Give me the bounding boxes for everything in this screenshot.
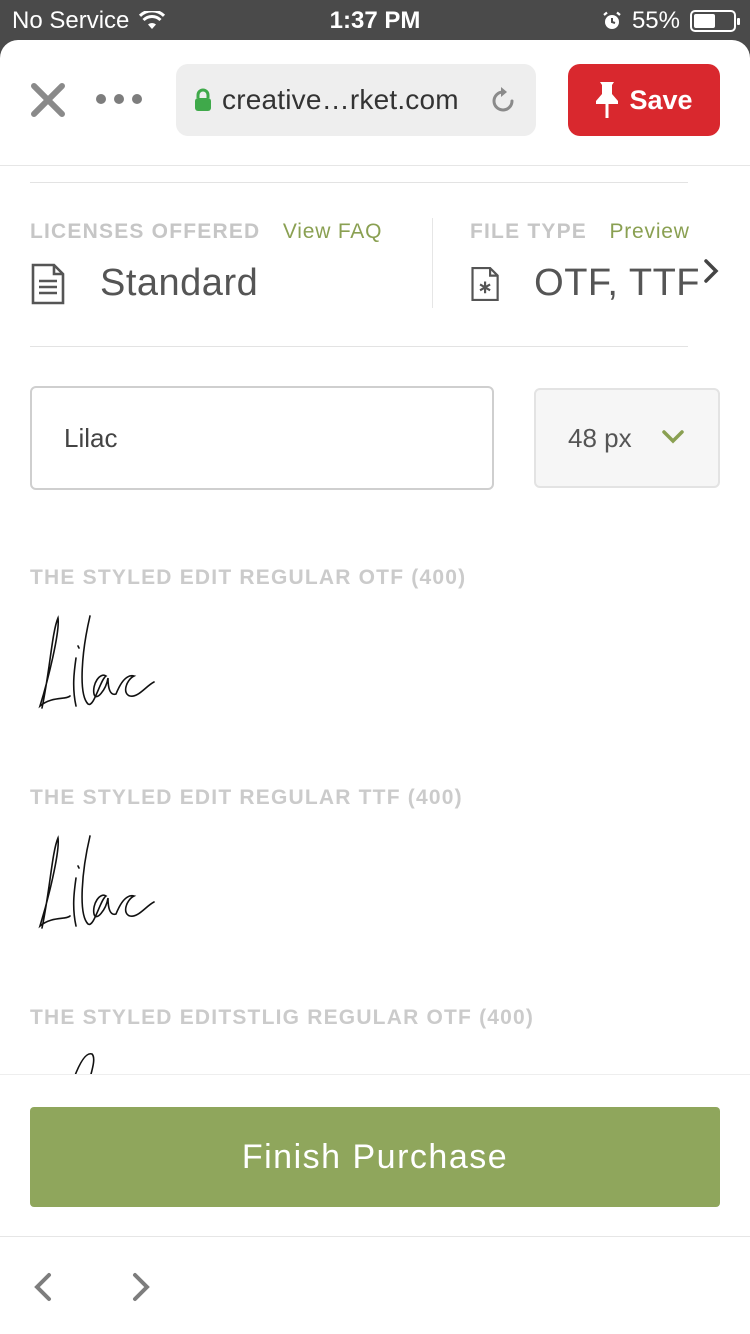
browser-toolbar: creative…rket.com Save: [0, 40, 750, 166]
status-right: 55%: [602, 7, 740, 35]
chevron-right-icon[interactable]: [702, 258, 720, 284]
close-icon[interactable]: [30, 82, 66, 118]
file-asterisk-icon: [471, 266, 499, 301]
file-type-section: FILE TYPE Preview OTF, TTF: [470, 220, 700, 305]
style-name: THE STYLED EDITSTLIG REGULAR OTF (400): [30, 1006, 535, 1029]
url-text: creative…rket.com: [222, 84, 459, 115]
font-size-value: 48 px: [568, 422, 632, 453]
document-icon: [31, 263, 65, 304]
style-name: THE STYLED EDIT REGULAR OTF (400): [30, 566, 467, 589]
licenses-section: LICENSES OFFERED View FAQ Standard: [30, 220, 382, 305]
status-bar: No Service 1:37 PM 55%: [0, 0, 750, 40]
back-arrow-icon[interactable]: [32, 1271, 54, 1303]
style-name: THE STYLED EDIT REGULAR TTF (400): [30, 786, 463, 809]
purchase-footer: Finish Purchase: [0, 1074, 750, 1236]
battery-percent: 55%: [631, 7, 680, 34]
alarm-icon: [603, 11, 621, 29]
view-faq-link[interactable]: View FAQ: [283, 220, 382, 243]
font-preview-sample: [38, 615, 155, 709]
address-bar[interactable]: creative…rket.com: [176, 64, 536, 136]
license-value: Standard: [100, 262, 259, 304]
section-divider: [432, 218, 433, 308]
preview-link[interactable]: Preview: [609, 220, 689, 243]
save-label: Save: [629, 84, 693, 115]
chevron-down-icon: [662, 430, 684, 444]
pin-icon: [596, 82, 619, 118]
lock-icon: [195, 88, 211, 111]
font-preview-sample: [38, 835, 155, 929]
divider: [30, 346, 688, 347]
reload-icon[interactable]: [488, 86, 518, 116]
divider: [30, 182, 688, 183]
browser-nav-bar: [0, 1236, 750, 1334]
more-icon[interactable]: [96, 94, 142, 104]
file-type-value: OTF, TTF: [534, 262, 700, 304]
battery-icon: [690, 10, 740, 32]
save-button[interactable]: Save: [568, 64, 720, 136]
font-size-select[interactable]: 48 px: [534, 388, 720, 488]
finish-purchase-label: Finish Purchase: [241, 1137, 509, 1176]
finish-purchase-button[interactable]: Finish Purchase: [30, 1107, 720, 1207]
file-type-heading: FILE TYPE: [470, 220, 587, 243]
preview-text-value: Lilac: [64, 422, 118, 453]
forward-arrow-icon[interactable]: [130, 1271, 152, 1303]
licenses-heading: LICENSES OFFERED: [30, 220, 261, 243]
preview-text-input[interactable]: Lilac: [30, 386, 494, 490]
browser-sheet: creative…rket.com Save LICENSES OFFERED …: [0, 40, 750, 1334]
